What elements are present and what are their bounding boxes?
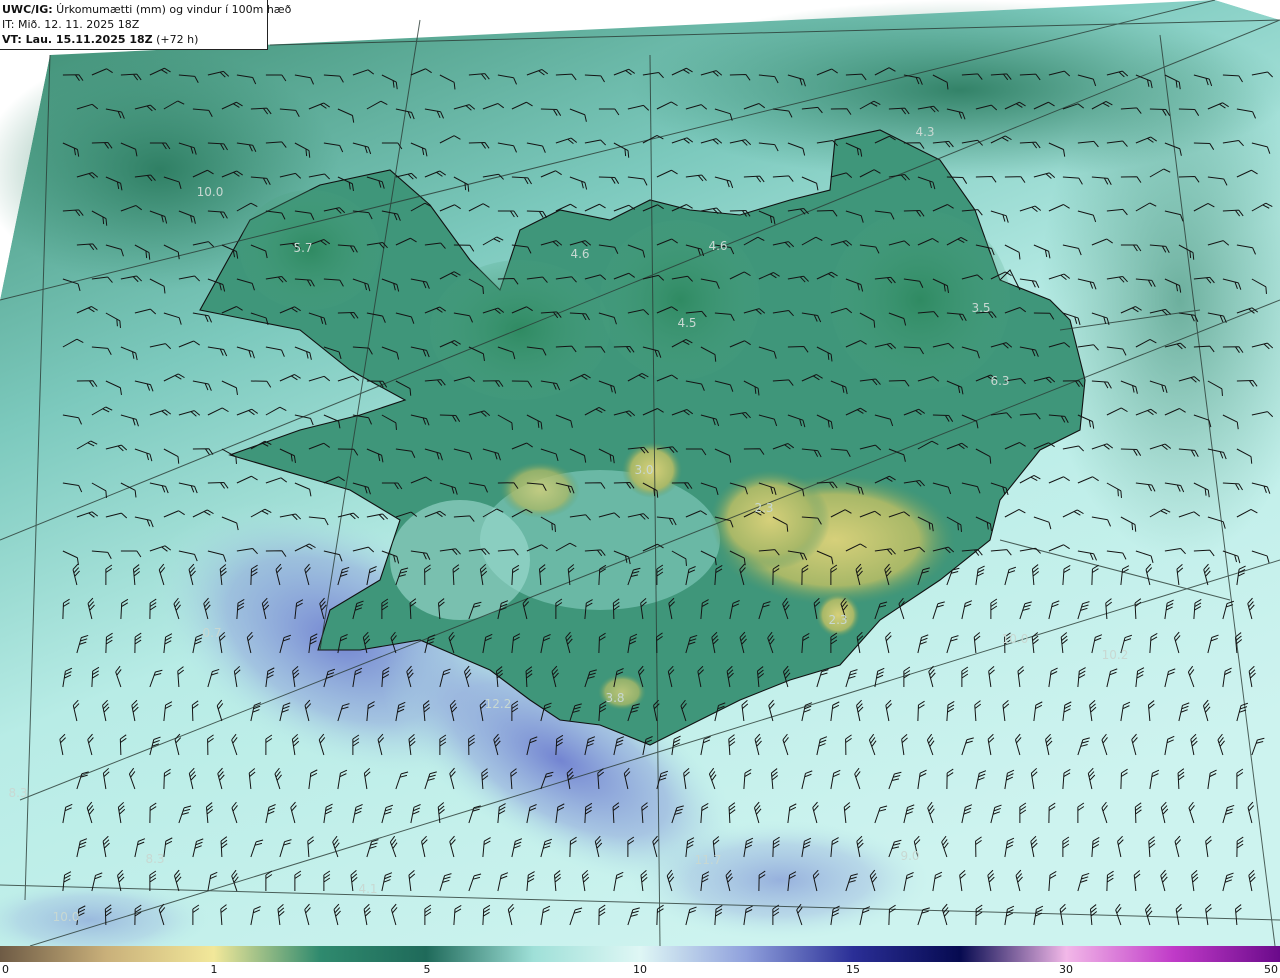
value-label-sw-corner-sea: 10.0 bbox=[53, 910, 80, 924]
map-info-box: UWC/IG: Úrkomumætti (mm) og vindur í 100… bbox=[0, 0, 291, 50]
value-label-s-far-sea: 4.1 bbox=[358, 882, 377, 896]
init-time: IT: Mið. 12. 11. 2025 18Z bbox=[2, 18, 140, 31]
colorbar-tick-5: 5 bbox=[423, 963, 431, 976]
colorbar-tick-10: 10 bbox=[633, 963, 647, 976]
value-label-hofsjokull: 3.0 bbox=[634, 463, 653, 477]
value-label-se-sea: 10.0 bbox=[1002, 632, 1029, 646]
value-label-myrdalsjokull: 3.8 bbox=[605, 691, 624, 705]
value-label-oraefajokull: 2.3 bbox=[828, 613, 847, 627]
precip-colorbar: 0 1 5 10 15 30 50 bbox=[0, 946, 1280, 978]
valid-time: VT: Lau. 15.11.2025 18Z (+72 h) bbox=[2, 32, 267, 47]
value-label-south-coast: 12.2 bbox=[485, 697, 512, 711]
valid-time-date: VT: Lau. 15.11.2025 18Z bbox=[2, 33, 153, 46]
value-label-south-east-sea: 9.0 bbox=[900, 849, 919, 863]
colorbar-tick-0: 0 bbox=[2, 963, 9, 976]
value-label-east-highland: 3.5 bbox=[971, 301, 990, 315]
value-label-vatnajokull: 2.3 bbox=[754, 501, 773, 515]
value-label-ne-coast: 4.3 bbox=[915, 125, 934, 139]
value-label-nw-sea: 10.0 bbox=[197, 185, 224, 199]
value-label-west-sea: 0.7 bbox=[202, 626, 221, 640]
colorbar-tick-15: 15 bbox=[846, 963, 860, 976]
colorbar-tick-50: 50 bbox=[1264, 963, 1278, 976]
value-label-sw-sea: 8.3 bbox=[145, 852, 164, 866]
value-label-se-far-sea: 10.2 bbox=[1102, 648, 1129, 662]
value-label-north-central: 4.5 bbox=[677, 316, 696, 330]
value-label-sw-far-sea: 8.3 bbox=[8, 786, 27, 800]
value-label-north-west-mid: 4.6 bbox=[708, 239, 727, 253]
precipitation-wind-map[interactable]: 4.3 10.0 5.7 4.6 4.5 4.6 3.5 6.3 3.0 2.3 2.3 0.7 10.… bbox=[0, 0, 1280, 946]
value-label-north-mid: 4.6 bbox=[570, 247, 589, 261]
product-name: Úrkomumætti (mm) og vindur í 100m hæð bbox=[52, 3, 292, 16]
colorbar-tick-1: 1 bbox=[210, 963, 218, 976]
value-label-east-fjords: 6.3 bbox=[990, 374, 1009, 388]
value-label-westfjords: 5.7 bbox=[293, 241, 312, 255]
lead-time: (+72 h) bbox=[152, 33, 199, 46]
colorbar-tick-30: 30 bbox=[1059, 963, 1073, 976]
model-name: UWC/IG: bbox=[2, 3, 53, 16]
value-label-south-sea: 11.7 bbox=[695, 853, 722, 867]
colorbar-gradient bbox=[0, 946, 1280, 962]
title-line: UWC/IG: Úrkomumætti (mm) og vindur í 100… bbox=[2, 2, 291, 17]
